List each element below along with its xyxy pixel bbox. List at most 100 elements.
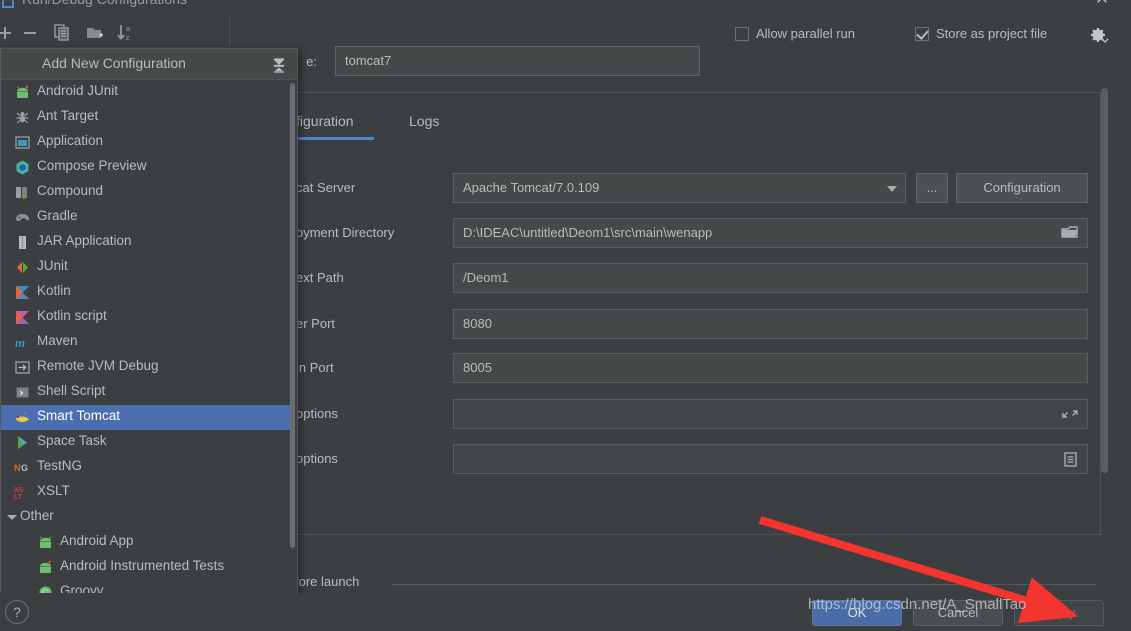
- tomcat-server-combo[interactable]: Apache Tomcat/7.0.109: [453, 173, 906, 203]
- list-item-label: Shell Script: [37, 383, 106, 398]
- list-item-label: TestNG: [37, 458, 83, 473]
- deployment-directory-input[interactable]: D:\IDEAC\untitled\Deom1\src\main\wenapp: [453, 218, 1088, 248]
- svg-text:N: N: [14, 463, 21, 473]
- allow-parallel-run-label: Allow parallel run: [756, 26, 855, 41]
- list-item-label: Gradle: [37, 208, 78, 223]
- field-row-server-port: er Port 8080: [296, 309, 1088, 339]
- program-options-label: options: [296, 451, 338, 466]
- list-item-label: Compose Preview: [37, 158, 147, 173]
- browse-tomcat-server-button[interactable]: ...: [916, 173, 948, 203]
- tomcat-server-label: cat Server: [296, 180, 356, 195]
- list-item-shell-script[interactable]: Shell Script: [1, 380, 290, 405]
- server-port-label: er Port: [296, 316, 336, 331]
- add-configuration-button[interactable]: [0, 22, 16, 44]
- copy-configuration-button[interactable]: [51, 22, 73, 44]
- allow-parallel-run-checkbox[interactable]: Allow parallel run: [735, 26, 855, 41]
- field-row-vm-options: options: [296, 399, 1088, 429]
- list-item-label: Android JUnit: [37, 83, 119, 98]
- folder-icon[interactable]: [1056, 219, 1084, 247]
- close-icon[interactable]: ✕: [1093, 0, 1111, 8]
- list-item-remote-jvm-debug[interactable]: Remote JVM Debug: [1, 355, 290, 380]
- program-options-input[interactable]: [453, 444, 1088, 474]
- list-item-smart-tomcat[interactable]: Smart Tomcat: [1, 405, 290, 430]
- list-item-compound[interactable]: Compound: [1, 180, 290, 205]
- store-as-project-file-checkbox[interactable]: Store as project file: [915, 26, 1047, 41]
- svg-text:G: G: [21, 463, 28, 473]
- deployment-directory-label: oyment Directory: [296, 225, 395, 240]
- ant-icon: [14, 109, 31, 126]
- kotlin-script-icon: [14, 309, 31, 326]
- apply-button[interactable]: Apply: [1014, 600, 1104, 626]
- jar-icon: [14, 234, 31, 251]
- list-item-application[interactable]: Application: [1, 130, 290, 155]
- watermark-text: https://blog.csdn.net/A_SmallTao: [808, 596, 1027, 613]
- name-row: e: tomcat7: [295, 46, 1115, 78]
- page-title: Run/Debug Configurations: [22, 0, 187, 7]
- svg-text:a: a: [126, 26, 130, 33]
- field-row-admin-port: in Port 8005: [296, 353, 1088, 383]
- list-group-other[interactable]: Other: [1, 505, 290, 530]
- list-group-label: Other: [20, 508, 54, 523]
- remote-jvm-debug-icon: [14, 359, 31, 376]
- list-item-space-task[interactable]: Space Task: [1, 430, 290, 455]
- list-item-kotlin[interactable]: Kotlin: [1, 280, 290, 305]
- list-item-label: XSLT: [37, 483, 70, 498]
- list-item-label: Space Task: [37, 433, 107, 448]
- tomcat-server-value: Apache Tomcat/7.0.109: [463, 180, 600, 195]
- chevron-down-icon: [7, 515, 17, 520]
- expand-icon[interactable]: [1056, 400, 1084, 428]
- configuration-card: figuration Logs cat Server Apache Tomcat…: [295, 92, 1101, 535]
- store-as-project-file-checkbox-box[interactable]: [915, 26, 929, 41]
- add-new-configuration-header: Add New Configuration: [1, 49, 297, 80]
- list-item-ant-target[interactable]: Ant Target: [1, 105, 290, 130]
- tab-logs[interactable]: Logs: [409, 109, 439, 137]
- list-item-label: Kotlin script: [37, 308, 107, 323]
- help-button[interactable]: ?: [5, 600, 29, 624]
- list-icon[interactable]: [1056, 445, 1084, 473]
- server-port-input[interactable]: 8080: [453, 309, 1088, 339]
- application-icon: [14, 134, 31, 151]
- context-path-input[interactable]: /Deom1: [453, 263, 1088, 293]
- admin-port-input[interactable]: 8005: [453, 353, 1088, 383]
- list-item-label: Smart Tomcat: [37, 408, 121, 423]
- chevron-down-icon[interactable]: [887, 186, 897, 192]
- before-launch-section: fore launch: [295, 574, 1101, 594]
- list-item-jar-application[interactable]: JAR Application: [1, 230, 290, 255]
- sort-az-icon[interactable]: a z: [114, 22, 136, 44]
- list-item-kotlin-script[interactable]: Kotlin script: [1, 305, 290, 330]
- list-item-testng[interactable]: N G TestNG: [1, 455, 290, 480]
- list-item-junit[interactable]: JUnit: [1, 255, 290, 280]
- context-path-label: ext Path: [296, 270, 344, 285]
- new-folder-icon[interactable]: [84, 22, 106, 44]
- vm-options-input[interactable]: [453, 399, 1088, 429]
- testng-icon: N G: [14, 459, 31, 476]
- shell-script-icon: [14, 384, 31, 401]
- expand-collapse-icon[interactable]: [270, 56, 288, 74]
- popup-scrollbar[interactable]: [290, 83, 295, 548]
- field-row-deployment-directory: oyment Directory D:\IDEAC\untitled\Deom1…: [296, 218, 1088, 248]
- gear-icon[interactable]: [1090, 27, 1109, 43]
- remove-configuration-button[interactable]: [19, 22, 41, 44]
- android-tests-icon: [37, 559, 54, 576]
- before-launch-separator: [391, 584, 1096, 585]
- list-item-maven[interactable]: m Maven: [1, 330, 290, 355]
- configuration-type-list: Android JUnit Ant Target Application Com…: [1, 80, 297, 597]
- tomcat-configuration-button[interactable]: Configuration: [956, 173, 1088, 203]
- list-item-xslt[interactable]: XS LT XSLT: [1, 480, 290, 505]
- list-item-label: Android App: [60, 533, 134, 548]
- idea-dialog-icon: [2, 0, 14, 8]
- panel-scrollbar[interactable]: [1101, 88, 1108, 473]
- list-item-android-junit[interactable]: Android JUnit: [1, 80, 290, 105]
- list-item-android-app[interactable]: Android App: [1, 530, 290, 555]
- list-item-gradle[interactable]: Gradle: [1, 205, 290, 230]
- svg-text:z: z: [126, 35, 130, 42]
- field-row-tomcat-server: cat Server Apache Tomcat/7.0.109 ... Con…: [296, 173, 1088, 203]
- configuration-name-input[interactable]: tomcat7: [335, 46, 700, 76]
- allow-parallel-run-checkbox-box[interactable]: [735, 26, 749, 41]
- list-item-compose-preview[interactable]: Compose Preview: [1, 155, 290, 180]
- tab-configuration[interactable]: figuration: [296, 109, 354, 137]
- list-item-label: Remote JVM Debug: [37, 358, 159, 373]
- configurations-toolbar: a z: [0, 18, 230, 48]
- list-item-android-instrumented-tests[interactable]: Android Instrumented Tests: [1, 555, 290, 580]
- junit-icon: [14, 259, 31, 276]
